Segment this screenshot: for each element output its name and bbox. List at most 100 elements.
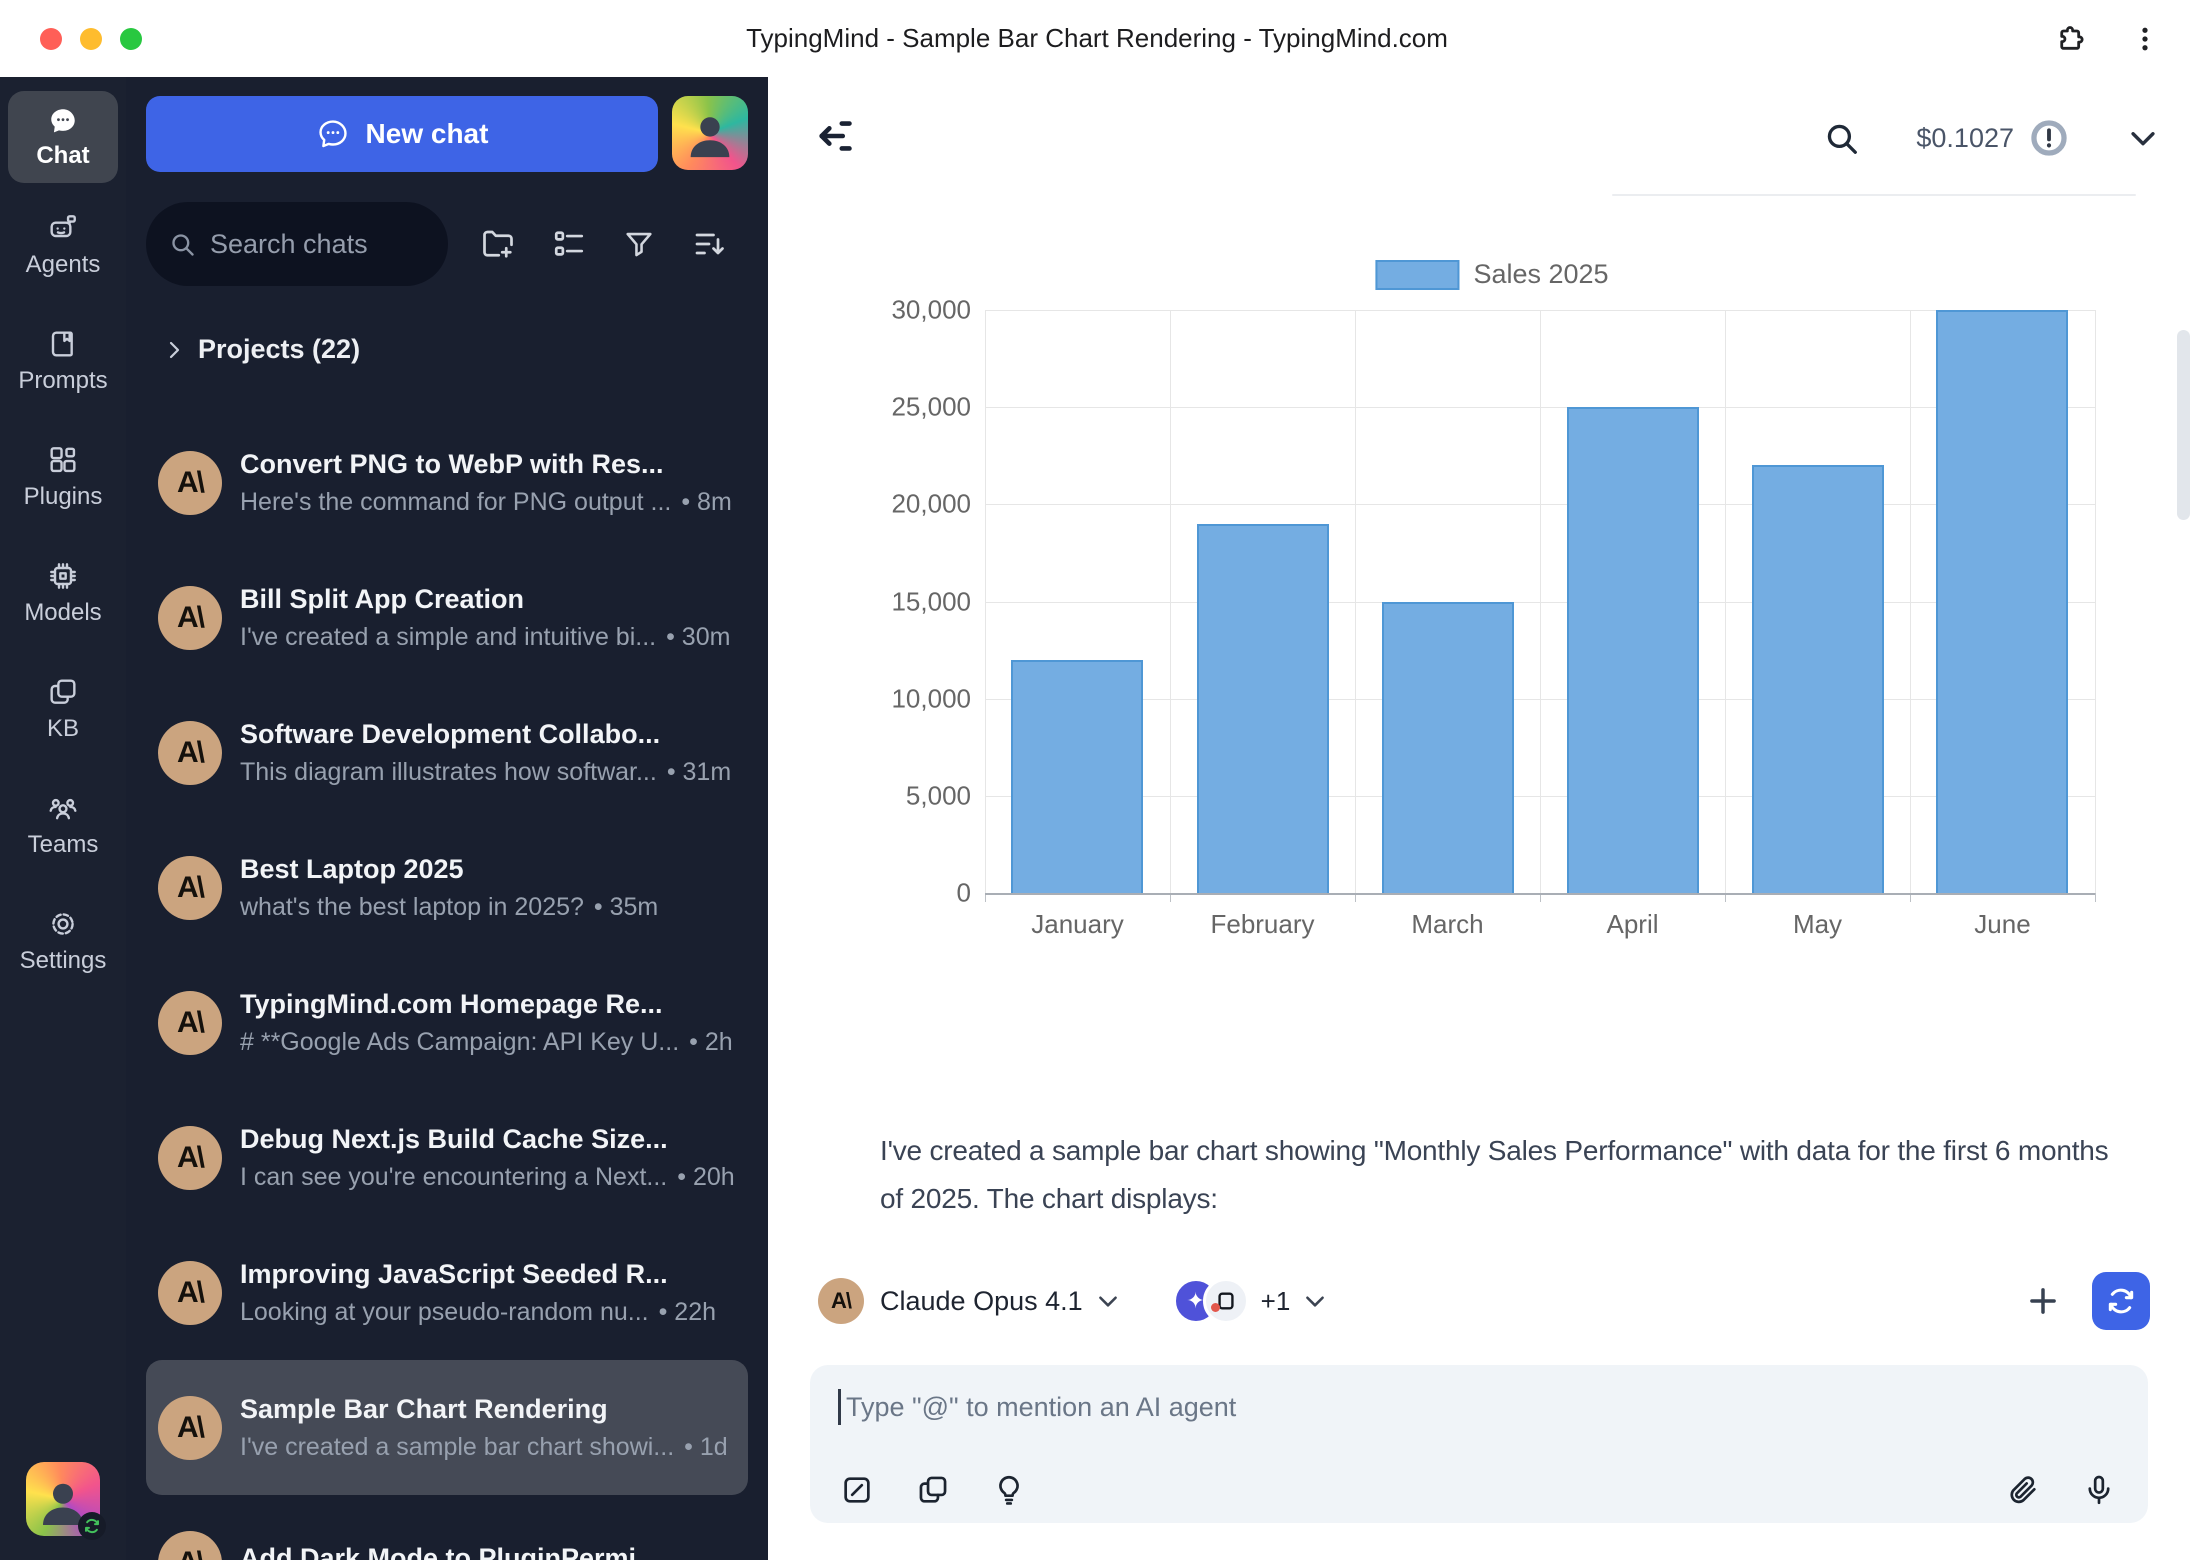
chat-time: • 1d xyxy=(684,1433,728,1462)
settings-gear-icon xyxy=(47,908,79,940)
chat-snippet: # **Google Ads Campaign: API Key U... xyxy=(240,1028,679,1057)
anthropic-avatar: A\ xyxy=(158,721,222,785)
lightbulb-icon[interactable] xyxy=(992,1473,1026,1507)
gridline-v xyxy=(1355,310,1356,893)
chat-list-item[interactable]: A\ Bill Split App Creation I've created … xyxy=(146,550,748,685)
sidebar-item-plugins[interactable]: Plugins xyxy=(0,415,126,531)
new-chat-label: New chat xyxy=(366,118,489,150)
chevron-right-icon xyxy=(162,338,186,362)
extensions-puzzle-icon[interactable] xyxy=(2054,23,2086,55)
bar-march xyxy=(1382,602,1514,894)
canvas-edit-icon[interactable] xyxy=(840,1473,874,1507)
chat-snippet: This diagram illustrates how softwar... xyxy=(240,758,657,787)
new-folder-icon[interactable] xyxy=(480,226,516,262)
chat-list-item[interactable]: A\ Convert PNG to WebP with Res... Here'… xyxy=(146,415,748,550)
chat-time: • 35m xyxy=(594,893,658,922)
scrollbar-thumb[interactable] xyxy=(2177,330,2190,520)
bulk-select-icon[interactable] xyxy=(551,226,587,262)
new-chat-button[interactable]: New chat xyxy=(146,96,658,172)
gridline-v xyxy=(1910,310,1911,893)
chat-snippet: I can see you're encountering a Next... xyxy=(240,1163,667,1192)
prompts-icon xyxy=(47,328,79,360)
close-window-button[interactable] xyxy=(40,28,62,50)
sidebar-item-agents[interactable]: Agents xyxy=(0,183,126,299)
sidebar-item-chat[interactable]: Chat xyxy=(8,91,118,183)
projects-header-label: Projects (22) xyxy=(198,334,360,365)
zoom-window-button[interactable] xyxy=(120,28,142,50)
anthropic-avatar: A\ xyxy=(158,586,222,650)
regenerate-button[interactable] xyxy=(2092,1272,2150,1330)
chat-title: Debug Next.js Build Cache Size... xyxy=(240,1124,736,1155)
attach-paperclip-icon[interactable] xyxy=(2006,1473,2040,1507)
search-messages-icon[interactable] xyxy=(1822,119,1860,157)
traffic-lights xyxy=(40,0,142,77)
chat-list-item[interactable]: A\ Improving JavaScript Seeded R... Look… xyxy=(146,1225,748,1360)
chat-list-item[interactable]: A\ Software Development Collabo... This … xyxy=(146,685,748,820)
y-axis-tick-label: 15,000 xyxy=(891,586,971,617)
chat-title: Improving JavaScript Seeded R... xyxy=(240,1259,736,1290)
chat-list-item-selected[interactable]: A\ Sample Bar Chart Rendering I've creat… xyxy=(146,1360,748,1495)
browser-menu-kebab-icon[interactable] xyxy=(2130,24,2160,54)
axis-tick xyxy=(2095,893,2096,902)
message-divider xyxy=(1612,194,2136,196)
y-axis-tick-label: 25,000 xyxy=(891,392,971,423)
chat-bubble-icon xyxy=(47,105,79,137)
chat-title: Best Laptop 2025 xyxy=(240,854,736,885)
filter-icon[interactable] xyxy=(622,227,656,261)
chat-snippet: I've created a simple and intuitive bi..… xyxy=(240,623,656,652)
message-input[interactable]: Type "@" to mention an AI agent xyxy=(810,1365,2148,1523)
text-cursor xyxy=(838,1389,841,1425)
y-axis-tick-label: 20,000 xyxy=(891,489,971,520)
chat-time: • 2h xyxy=(689,1028,733,1057)
user-avatar[interactable] xyxy=(26,1462,100,1536)
collapse-sidebar-icon[interactable] xyxy=(812,111,862,161)
chat-list-item[interactable]: A\ Best Laptop 2025 what's the best lapt… xyxy=(146,820,748,955)
chat-snippet: I've created a sample bar chart showi... xyxy=(240,1433,674,1462)
chat-list-item[interactable]: A\ Add Dark Mode to PluginPermi... xyxy=(146,1495,748,1560)
sidebar-item-settings[interactable]: Settings xyxy=(0,879,126,995)
user-avatar[interactable] xyxy=(672,96,748,170)
chevron-down-icon[interactable] xyxy=(1095,1288,1121,1314)
bar-february xyxy=(1197,524,1329,893)
sort-icon[interactable] xyxy=(691,226,727,262)
usage-cost[interactable]: $0.1027 xyxy=(1916,123,2014,154)
plugins-more-count: +1 xyxy=(1261,1286,1291,1317)
bar-january xyxy=(1011,660,1143,893)
chat-snippet: Looking at your pseudo-random nu... xyxy=(240,1298,649,1327)
chevron-down-icon[interactable] xyxy=(2126,121,2160,155)
chat-time: • 22h xyxy=(659,1298,716,1327)
minimize-window-button[interactable] xyxy=(80,28,102,50)
chat-title: Bill Split App Creation xyxy=(240,584,736,615)
chat-list: A\ Convert PNG to WebP with Res... Here'… xyxy=(146,415,748,1560)
new-message-plus-icon[interactable] xyxy=(2024,1282,2062,1320)
chart-legend[interactable]: Sales 2025 xyxy=(1375,259,1608,290)
teams-icon xyxy=(47,792,79,824)
cost-warning-icon[interactable] xyxy=(2028,117,2070,159)
anthropic-avatar: A\ xyxy=(158,1531,222,1560)
chat-list-item[interactable]: A\ TypingMind.com Homepage Re... # **Goo… xyxy=(146,955,748,1090)
chevron-down-icon[interactable] xyxy=(1302,1288,1328,1314)
sidebar-item-label: Chat xyxy=(36,142,89,170)
microphone-icon[interactable] xyxy=(2082,1473,2116,1507)
legend-swatch xyxy=(1375,260,1459,290)
chat-list-item[interactable]: A\ Debug Next.js Build Cache Size... I c… xyxy=(146,1090,748,1225)
plugins-selector[interactable]: ✦ +1 xyxy=(1173,1278,1291,1324)
anthropic-avatar: A\ xyxy=(158,1261,222,1325)
sidebar-item-models[interactable]: Models xyxy=(0,531,126,647)
search-chats-input[interactable]: Search chats xyxy=(146,202,448,286)
sidebar-item-teams[interactable]: Teams xyxy=(0,763,126,879)
nav-rail: Chat Agents xyxy=(0,77,126,1560)
pages-copy-icon[interactable] xyxy=(916,1473,950,1507)
projects-section-header[interactable]: Projects (22) xyxy=(146,334,748,365)
sidebar-item-label: Agents xyxy=(26,251,101,279)
model-avatar[interactable]: A\ xyxy=(818,1278,864,1324)
sidebar-item-kb[interactable]: KB xyxy=(0,647,126,763)
chat-title: TypingMind.com Homepage Re... xyxy=(240,989,736,1020)
chat-list-panel: New chat Search chats xyxy=(126,77,768,1560)
x-axis-tick-label: March xyxy=(1411,909,1483,940)
kb-icon xyxy=(47,676,79,708)
sidebar-item-label: Plugins xyxy=(24,483,103,511)
y-axis-tick-label: 10,000 xyxy=(891,683,971,714)
sidebar-item-prompts[interactable]: Prompts xyxy=(0,299,126,415)
model-selector[interactable]: Claude Opus 4.1 xyxy=(880,1286,1083,1317)
